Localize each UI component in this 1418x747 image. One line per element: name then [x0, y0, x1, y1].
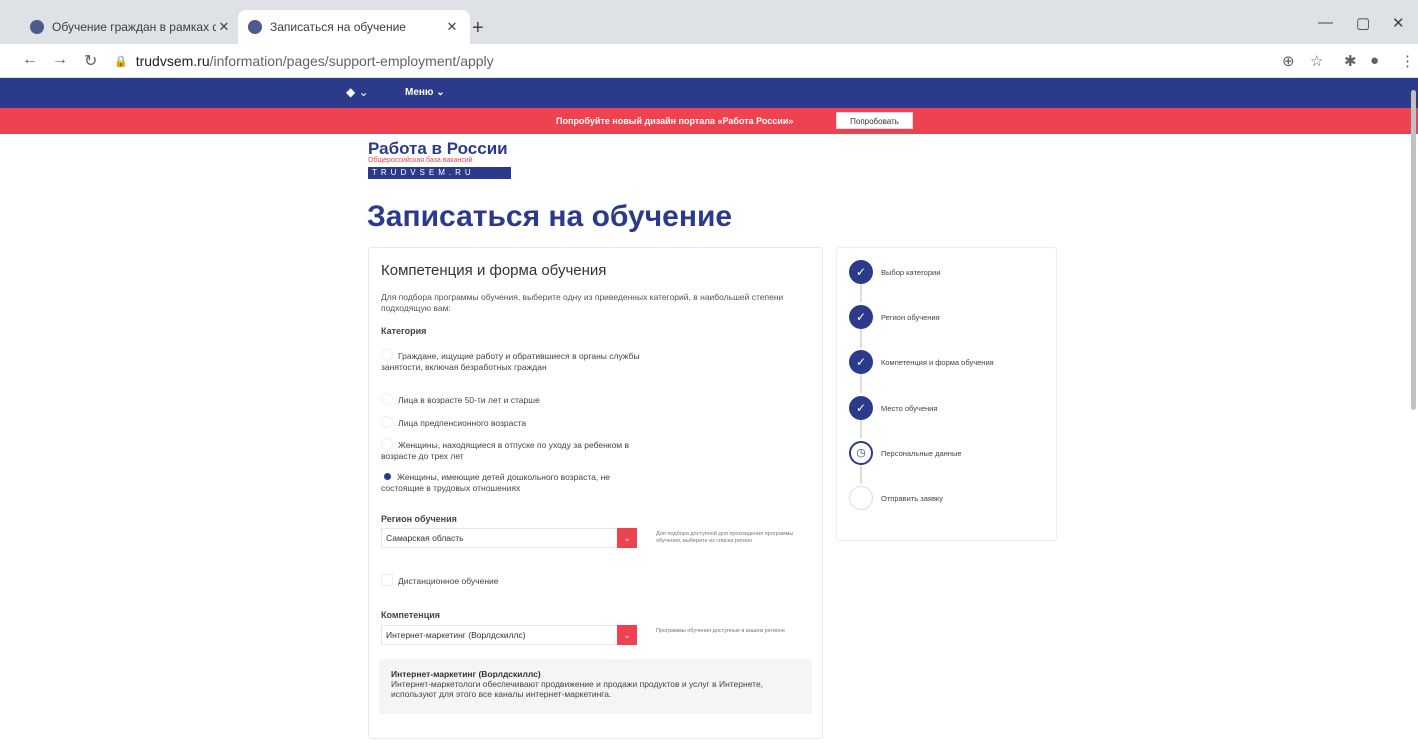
region-label: Регион обучения: [381, 514, 457, 524]
logo-subtitle: Общероссийская база вакансий: [368, 157, 473, 164]
step-connector: [860, 282, 862, 302]
radio-icon: [381, 393, 393, 405]
category-radio-2[interactable]: Лица в возрасте 50-ти лет и старше: [381, 393, 641, 406]
page-scrollbar[interactable]: [1411, 90, 1416, 410]
chevron-down-icon: ⌄: [358, 85, 369, 99]
form-card: Компетенция и форма обучения Для подбора…: [368, 247, 823, 739]
forward-icon[interactable]: →: [52, 51, 68, 69]
promo-text: Попробуйте новый дизайн портала «Работа …: [556, 116, 794, 126]
competence-info: Интернет-маркетинг (Ворлдскиллс) Интерне…: [379, 659, 812, 714]
radio-label: Женщины, находящиеся в отпуске по уходу …: [381, 440, 630, 461]
step-1[interactable]: ✓ Выбор категории: [849, 260, 1049, 284]
extensions-icon[interactable]: ✱: [1344, 52, 1357, 70]
check-icon: ✓: [849, 305, 873, 329]
logo-title: Работа в России: [368, 139, 508, 158]
menu-button[interactable]: Меню ⌄: [405, 87, 445, 98]
emblem-dropdown[interactable]: ◆ ⌄: [346, 85, 369, 99]
competence-value: Интернет-маркетинг (Ворлдскиллс): [386, 630, 526, 640]
step-2[interactable]: ✓ Регион обучения: [849, 305, 1049, 329]
competence-label: Компетенция: [381, 610, 441, 620]
close-icon[interactable]: ✕: [444, 19, 460, 35]
radio-label: Граждане, ищущие работу и обратившиеся в…: [381, 351, 640, 372]
zoom-icon[interactable]: ⊕: [1282, 52, 1295, 70]
step-connector: [860, 373, 862, 393]
step-label: Выбор категории: [881, 268, 941, 277]
chevron-down-icon[interactable]: ⌄: [617, 625, 637, 645]
step-3[interactable]: ✓ Компетенция и форма обучения: [849, 350, 1049, 374]
radio-label: Лица предпенсионного возраста: [398, 418, 527, 428]
back-icon[interactable]: ←: [22, 51, 38, 69]
category-radio-1[interactable]: Граждане, ищущие работу и обратившиеся в…: [381, 349, 641, 372]
step-label: Персональные данные: [881, 449, 962, 458]
competence-select[interactable]: Интернет-маркетинг (Ворлдскиллс) ⌄: [381, 625, 637, 645]
radio-icon: [381, 349, 393, 361]
progress-steps: ✓ Выбор категории ✓ Регион обучения ✓ Ко…: [836, 247, 1057, 541]
step-label: Компетенция и форма обучения: [881, 358, 994, 367]
step-5[interactable]: ◷ Персональные данные: [849, 441, 1049, 465]
url-path: /information/pages/support-employment/ap…: [209, 53, 494, 69]
check-icon: ✓: [849, 260, 873, 284]
url-host: trudvsem.ru: [135, 53, 210, 69]
step-6[interactable]: Отправить заявку: [849, 486, 1049, 510]
browser-tab-1[interactable]: Обучение граждан в рамках фе ✕: [20, 10, 242, 44]
minimize-icon[interactable]: —: [1318, 14, 1333, 31]
site-nav: ◆ ⌄ Меню ⌄: [0, 78, 1418, 108]
info-title: Интернет-маркетинг (Ворлдскиллс): [391, 669, 541, 679]
category-radio-3[interactable]: Лица предпенсионного возраста: [381, 416, 641, 429]
maximize-icon[interactable]: ▢: [1356, 14, 1370, 32]
lock-icon: 🔒: [114, 55, 128, 68]
try-button[interactable]: Попробовать: [836, 112, 913, 129]
checkbox-icon: [381, 574, 393, 586]
new-tab-icon[interactable]: +: [472, 17, 484, 40]
distance-label: Дистанционное обучение: [398, 576, 499, 586]
browser-tab-2[interactable]: Записаться на обучение ✕: [238, 10, 470, 44]
step-connector: [860, 464, 862, 484]
region-value: Самарская область: [386, 533, 464, 543]
radio-icon: [381, 416, 393, 428]
region-select[interactable]: Самарская область ⌄: [381, 528, 637, 548]
category-label: Категория: [381, 326, 427, 336]
emblem-icon: [30, 20, 44, 34]
step-label: Отправить заявку: [881, 494, 944, 503]
browser-tab-bar: Обучение граждан в рамках фе ✕ Записатьс…: [0, 0, 1418, 44]
competence-hint: Программы обучения доступные в вашем рег…: [656, 628, 786, 634]
info-text: Интернет-маркетологи обеспечивают продви…: [391, 679, 764, 699]
check-icon: ✓: [849, 396, 873, 420]
step-label: Регион обучения: [881, 313, 940, 322]
url-input[interactable]: 🔒 trudvsem.ru/information/pages/support-…: [114, 49, 1374, 73]
step-label: Место обучения: [881, 404, 938, 413]
section-description: Для подбора программы обучения, выберите…: [381, 292, 784, 313]
address-bar: ← → ↻ 🔒 trudvsem.ru/information/pages/su…: [0, 44, 1418, 78]
emblem-icon: [248, 20, 262, 34]
profile-icon[interactable]: ●: [1370, 52, 1379, 69]
star-icon[interactable]: ☆: [1310, 52, 1323, 70]
step-4[interactable]: ✓ Место обучения: [849, 396, 1049, 420]
close-window-icon[interactable]: ✕: [1392, 14, 1405, 32]
step-connector: [860, 328, 862, 348]
reload-icon[interactable]: ↻: [84, 51, 97, 71]
distance-checkbox[interactable]: Дистанционное обучение: [381, 574, 499, 586]
category-radio-4[interactable]: Женщины, находящиеся в отпуске по уходу …: [381, 438, 641, 461]
step-connector: [860, 418, 862, 438]
region-hint: Для подбора доступной для прохождения пр…: [656, 531, 794, 544]
section-title: Компетенция и форма обучения: [381, 262, 607, 279]
chevron-down-icon[interactable]: ⌄: [617, 528, 637, 548]
close-icon[interactable]: ✕: [216, 19, 232, 35]
tab-title: Обучение граждан в рамках фе: [52, 20, 216, 34]
radio-icon: [381, 438, 393, 450]
radio-label: Женщины, имеющие детей дошкольного возра…: [381, 472, 610, 493]
empty-circle-icon: [849, 486, 873, 510]
tab-title: Записаться на обучение: [270, 20, 406, 34]
more-icon[interactable]: ⋮: [1400, 52, 1415, 70]
logo-strip: TRUDVSEM.RU: [368, 167, 511, 179]
check-icon: ✓: [849, 350, 873, 374]
logo[interactable]: Работа в России Общероссийская база вака…: [368, 140, 513, 179]
promo-banner: Попробуйте новый дизайн портала «Работа …: [0, 108, 1418, 134]
page-title: Записаться на обучение: [367, 200, 733, 233]
category-radio-5[interactable]: Женщины, имеющие детей дошкольного возра…: [381, 472, 641, 493]
radio-label: Лица в возрасте 50-ти лет и старше: [398, 395, 540, 405]
clock-icon: ◷: [849, 441, 873, 465]
radio-selected-icon: [384, 473, 391, 480]
